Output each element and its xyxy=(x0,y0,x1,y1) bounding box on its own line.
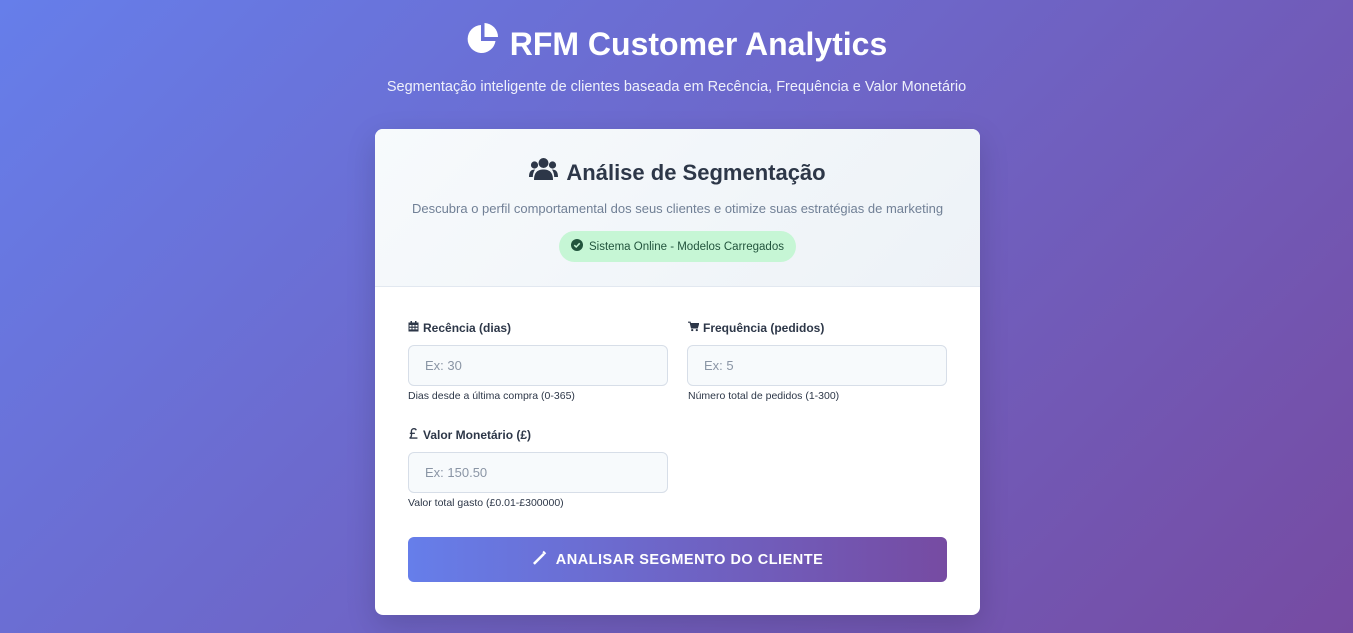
recency-input[interactable] xyxy=(408,345,668,386)
recency-label: Recência (dias) xyxy=(408,320,511,336)
monetary-label: Valor Monetário (£) xyxy=(408,427,531,443)
card-title-text: Análise de Segmentação xyxy=(566,160,826,185)
card-header: Análise de Segmentação Descubra o perfil… xyxy=(375,129,980,287)
frequency-label: Frequência (pedidos) xyxy=(688,320,824,336)
card-title: Análise de Segmentação xyxy=(375,157,980,189)
monetary-help: Valor total gasto (£0.01-£300000) xyxy=(408,497,564,509)
frequency-help: Número total de pedidos (1-300) xyxy=(688,390,840,402)
calendar-icon xyxy=(408,320,419,336)
segmentation-card: Análise de Segmentação Descubra o perfil… xyxy=(375,129,980,615)
analyze-segment-button[interactable]: ANALISAR SEGMENTO DO CLIENTE xyxy=(408,537,947,582)
users-icon xyxy=(529,157,559,189)
card-description: Descubra o perfil comportamental dos seu… xyxy=(411,201,944,216)
analyze-segment-label: ANALISAR SEGMENTO DO CLIENTE xyxy=(555,551,824,568)
recency-help: Dias desde a última compra (0-365) xyxy=(408,390,575,402)
pie-chart-icon xyxy=(466,22,500,65)
status-badge: Sistema Online - Modelos Carregados xyxy=(559,231,796,262)
app-title: RFM Customer Analytics xyxy=(0,22,1353,65)
cart-icon xyxy=(688,320,700,336)
magic-wand-icon xyxy=(532,550,547,569)
recency-label-text: Recência (dias) xyxy=(423,321,512,335)
status-text: Sistema Online - Modelos Carregados xyxy=(589,240,784,253)
monetary-label-text: Valor Monetário (£) xyxy=(423,428,532,442)
frequency-label-text: Frequência (pedidos) xyxy=(703,321,825,335)
check-circle-icon xyxy=(571,239,584,254)
frequency-input[interactable] xyxy=(687,345,947,386)
app-subtitle: Segmentação inteligente de clientes base… xyxy=(386,79,967,95)
app-title-text: RFM Customer Analytics xyxy=(509,25,888,62)
pound-icon xyxy=(408,427,419,443)
monetary-input[interactable] xyxy=(408,452,668,493)
